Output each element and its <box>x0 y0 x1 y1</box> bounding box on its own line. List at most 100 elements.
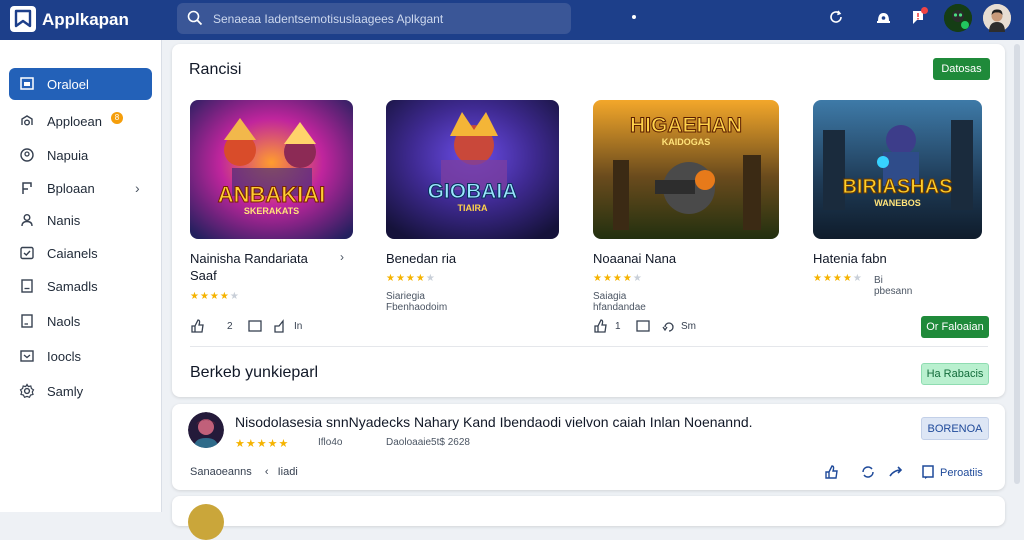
review-footer: Sanaoeanns ‹ Iiadi <box>190 466 298 478</box>
scrollbar[interactable] <box>1014 44 1020 484</box>
likes-count: 1 <box>615 321 621 332</box>
star-rating: ★★★★★ <box>813 273 863 284</box>
review-card <box>172 496 1005 540</box>
comment-icon[interactable] <box>247 318 263 334</box>
follow-button[interactable]: BORENOA <box>921 417 989 440</box>
settings-icon <box>19 383 35 399</box>
sidebar-item-label: Naols <box>47 314 81 329</box>
repost-icon[interactable] <box>860 464 876 480</box>
search-bar[interactable] <box>177 3 571 34</box>
top-bar: Applkapan <box>0 0 1024 40</box>
sidebar-item-settings[interactable]: Samly <box>9 375 152 407</box>
user-icon <box>19 212 35 228</box>
reviewer-avatar[interactable] <box>188 412 224 448</box>
sidebar-item-bookmarks[interactable]: Bploaan › <box>9 172 152 204</box>
game-thumbnail[interactable]: GIOBAIA TIAIRA <box>386 100 559 239</box>
likes-count: 2 <box>227 321 233 332</box>
star-rating: ★★★★★ <box>235 438 290 450</box>
user-avatar[interactable] <box>983 4 1011 32</box>
dashboard-icon <box>19 76 35 92</box>
game-art-title: BIRIASHAS <box>842 176 953 199</box>
share-label: Sm <box>681 321 696 332</box>
game-art-title: GIOBAIA <box>427 180 518 204</box>
back-icon[interactable]: ‹ <box>265 466 269 478</box>
game-title[interactable]: Nainisha Randariata Saaf <box>190 250 340 284</box>
game-art-subtitle: TIAIRA <box>457 203 488 213</box>
comment-icon[interactable] <box>635 318 651 334</box>
game-title[interactable]: Benedan ria <box>386 250 556 267</box>
app-logo-icon[interactable] <box>10 6 36 32</box>
game-title[interactable]: Noaanai Nana <box>593 250 773 267</box>
divider <box>190 346 988 347</box>
sidebar-item-label: Caianels <box>47 246 98 261</box>
reply-icon[interactable] <box>920 464 936 480</box>
alerts-badge <box>921 7 928 14</box>
star-rating: ★★★★★ <box>593 273 643 284</box>
thumbs-up-icon[interactable] <box>593 318 609 334</box>
game-avatar[interactable] <box>944 4 972 32</box>
thumbs-up-icon[interactable] <box>824 464 840 480</box>
game-art-subtitle: WANEBOS <box>874 198 921 208</box>
document-icon <box>19 278 35 294</box>
subsection-title: Berkeb yunkieparl <box>190 364 319 381</box>
app-title: Applkapan <box>42 10 129 29</box>
featured-action-button[interactable]: Datosas <box>933 58 990 80</box>
game-art-title: ANBAKIAI <box>217 182 326 208</box>
sidebar-item-label: Bploaan <box>47 181 95 196</box>
sidebar-item-apps[interactable]: Apploean 8 <box>9 105 152 137</box>
sidebar-item-label: Ioocls <box>47 349 81 364</box>
developer-name: Saiagia hfandandae <box>593 291 646 313</box>
share-icon[interactable] <box>273 318 289 334</box>
review-footer-label[interactable]: Sanaoeanns <box>190 466 252 478</box>
share-icon[interactable] <box>888 464 904 480</box>
sidebar-item-label: Samly <box>47 384 84 399</box>
review-footer-link[interactable]: Iiadi <box>278 466 298 478</box>
game-thumbnail[interactable]: HIGAEHAN KAIDOGAS <box>593 100 779 239</box>
status-dot <box>632 15 636 19</box>
review-text: Nisodolasesia snnNyadecks Nahary Kand Ib… <box>235 414 753 430</box>
review-card: Nisodolasesia snnNyadecks Nahary Kand Ib… <box>172 404 1005 490</box>
search-input[interactable] <box>213 9 553 28</box>
refresh-icon[interactable] <box>828 9 846 27</box>
card-actions: 2 In <box>190 318 330 334</box>
sidebar-item-label: Napuia <box>47 148 89 163</box>
sidebar-item-mail[interactable]: Ioocls <box>9 340 152 372</box>
star-rating: ★★★★★ <box>190 291 240 302</box>
review-date: Daoloaaie5t$ 2628 <box>386 437 470 448</box>
game-title[interactable]: Hatenia fabn <box>813 250 978 267</box>
subsection-button[interactable]: Ha Rabacis <box>921 363 989 385</box>
sidebar-item-dashboard[interactable]: Oraloel <box>9 68 152 100</box>
notifications-icon[interactable] <box>875 9 893 27</box>
sidebar-item-location[interactable]: Napuia <box>9 139 152 171</box>
game-art-subtitle: KAIDOGAS <box>661 137 711 147</box>
chevron-right-icon[interactable]: › <box>340 250 344 264</box>
card-actions: 1 Sm <box>593 318 743 334</box>
sidebar-item-notes[interactable]: Naols <box>9 305 152 337</box>
developer-name: Siariegia Fbenhaodoim <box>386 291 448 313</box>
search-icon <box>187 10 203 31</box>
game-art-title: HIGAEHAN <box>629 114 742 138</box>
card-action-button[interactable]: Or Faloaian <box>921 316 989 338</box>
game-art-subtitle: SKERAKATS <box>243 206 300 216</box>
chevron-right-icon: › <box>135 180 140 196</box>
sidebar-item-documents[interactable]: Samadls <box>9 270 152 302</box>
location-icon <box>19 147 35 163</box>
apps-badge: 8 <box>111 112 123 124</box>
sidebar-item-channels[interactable]: Caianels <box>9 237 152 269</box>
thumbs-up-icon[interactable] <box>190 318 206 334</box>
sidebar-item-label: Samadls <box>47 279 98 294</box>
game-thumbnail[interactable]: BIRIASHAS WANEBOS <box>813 100 982 239</box>
sidebar-item-users[interactable]: Nanis <box>9 204 152 236</box>
apps-icon <box>19 113 35 129</box>
share-icon[interactable] <box>661 318 677 334</box>
mail-icon <box>19 348 35 364</box>
sidebar-item-label: Apploean <box>47 114 102 129</box>
reviewer-avatar[interactable] <box>188 504 224 540</box>
bookmark-icon <box>19 180 35 196</box>
share-label: In <box>294 321 303 332</box>
star-rating: ★★★★★ <box>386 273 436 284</box>
sidebar-item-label: Nanis <box>47 213 81 228</box>
reply-label[interactable]: Peroatiis <box>940 467 983 479</box>
game-thumbnail[interactable]: ANBAKIAI SKERAKATS <box>190 100 353 239</box>
check-square-icon <box>19 245 35 261</box>
